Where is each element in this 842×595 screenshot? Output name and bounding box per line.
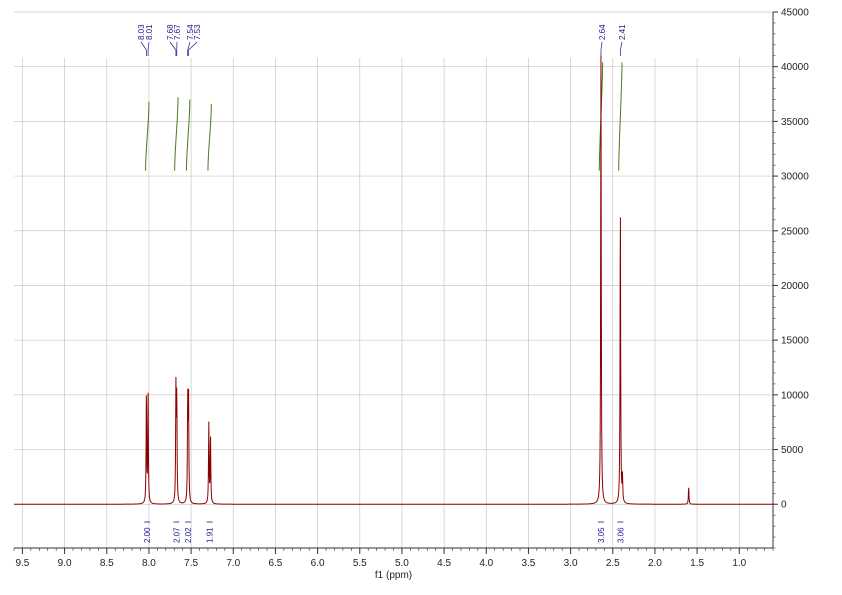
integral-curve — [185, 99, 191, 171]
peak-label-connector — [188, 41, 198, 56]
x-tick-label: 9.0 — [58, 558, 72, 569]
peak-label-connector — [600, 41, 603, 56]
y-tick-label: 15000 — [781, 336, 809, 347]
integral-labels: 2.00 2.07 2.02 1.91 3.05 3.06 — [143, 521, 625, 543]
x-tick-label: 2.0 — [648, 558, 662, 569]
integral-label: 2.07 — [172, 527, 181, 543]
y-tick-label: 20000 — [781, 281, 809, 292]
x-tick-label: 9.5 — [15, 558, 29, 569]
spectrum-line — [14, 55, 773, 505]
peak-label-connector — [620, 41, 623, 56]
y-tick-label: 10000 — [781, 390, 809, 401]
y-tick-label: 25000 — [781, 226, 809, 237]
x-tick-label: 6.5 — [268, 558, 282, 569]
integral-curve — [618, 62, 623, 171]
peak-label: 7.53 — [193, 24, 202, 40]
integral-label: 2.02 — [184, 527, 193, 543]
x-tick-label: 7.0 — [226, 558, 240, 569]
integral-label: 3.06 — [616, 527, 625, 543]
peak-label: 2.41 — [618, 24, 627, 40]
y-axis: 45000 40000 35000 30000 25000 20000 15000 10000… — [772, 8, 809, 549]
grid-lines — [14, 11, 773, 548]
x-tick-label: 5.5 — [353, 558, 367, 569]
x-axis-label: f1 (ppm) — [375, 570, 412, 581]
peak-label: 2.64 — [598, 24, 607, 40]
integral-curves — [145, 62, 623, 171]
integral-curve — [174, 97, 179, 171]
peak-label-connector — [147, 41, 150, 56]
x-tick-label: 1.5 — [690, 558, 704, 569]
peak-label: 8.01 — [145, 24, 154, 40]
peak-label: 7.67 — [173, 24, 182, 40]
peak-label-connector — [140, 41, 147, 56]
y-tick-label: 35000 — [781, 117, 809, 128]
x-tick-label: 8.5 — [100, 558, 114, 569]
nmr-spectrum-chart: 45000 40000 35000 30000 25000 20000 15000 10000… — [13, 8, 809, 581]
x-tick-label: 5.0 — [395, 558, 409, 569]
x-tick-label: 4.5 — [437, 558, 451, 569]
integral-label: 3.05 — [597, 527, 606, 543]
integral-label: 2.00 — [143, 527, 152, 543]
integral-label: 1.91 — [206, 527, 215, 543]
y-tick-label: 45000 — [781, 8, 809, 19]
peak-labels: 8.03 8.01 7.687.67 7.547.53 2.64 2.41 — [137, 24, 627, 56]
integral-curve — [207, 103, 212, 171]
x-tick-label: 7.5 — [184, 558, 198, 569]
x-tick-label: 4.0 — [479, 558, 493, 569]
x-tick-label: 6.0 — [311, 558, 325, 569]
x-tick-label: 2.5 — [606, 558, 620, 569]
integral-curve — [145, 101, 150, 171]
y-tick-label: 0 — [781, 500, 787, 511]
x-tick-label: 8.0 — [142, 558, 156, 569]
y-tick-label: 40000 — [781, 62, 809, 73]
y-tick-label: 5000 — [781, 445, 804, 456]
x-axis: 9.5 9.0 8.5 8.0 7.5 7.0 6.5 6.0 5.5 5.0 4.5 4.0 3.5 3… — [13, 547, 774, 569]
peak-label-connector — [169, 41, 177, 56]
x-tick-label: 1.0 — [732, 558, 746, 569]
x-tick-label: 3.5 — [521, 558, 535, 569]
x-tick-label: 3.0 — [564, 558, 578, 569]
y-tick-label: 30000 — [781, 172, 809, 183]
